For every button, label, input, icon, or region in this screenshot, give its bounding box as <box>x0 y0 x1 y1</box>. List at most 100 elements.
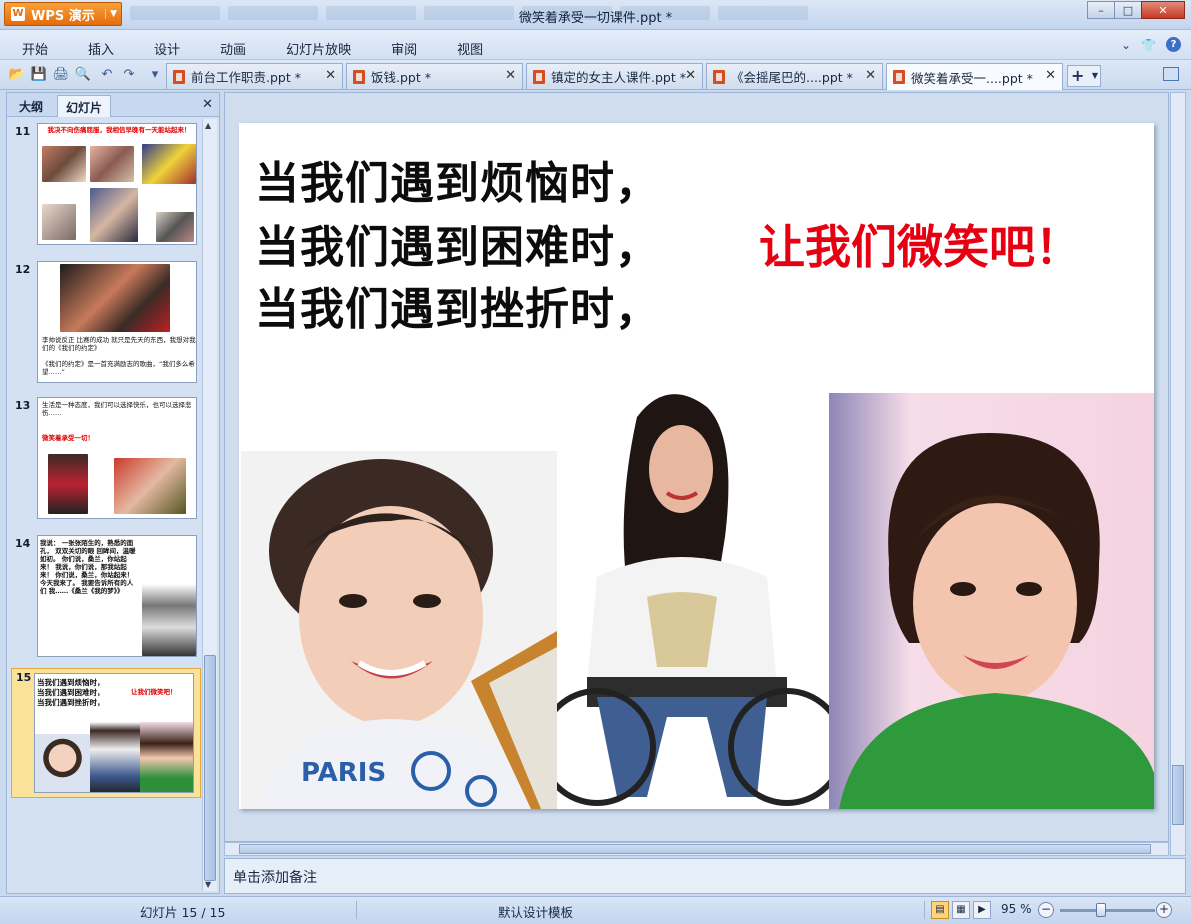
doc-tab-label: 微笑着承受一....ppt * <box>911 70 1033 86</box>
normal-view-button[interactable]: ▤ <box>931 901 949 919</box>
wps-logo-icon: W <box>11 7 25 21</box>
quick-access-toolbar: 📂 💾 🖨 🔍 ↶ ↷ ▾ 前台工作职责.ppt * ✕ 饭钱.ppt * ✕ … <box>0 60 1191 90</box>
menu-insert[interactable]: 插入 <box>88 39 114 58</box>
doc-tab-4[interactable]: 《会摇尾巴的....ppt * ✕ <box>706 63 883 89</box>
doc-tab-label: 饭钱.ppt * <box>371 70 431 85</box>
svg-text:PARIS: PARIS <box>301 758 386 788</box>
background-window-tabs <box>130 6 808 20</box>
window-layout-icon[interactable] <box>1163 67 1179 81</box>
doc-tab-1[interactable]: 前台工作职责.ppt * ✕ <box>166 63 343 89</box>
slide-thumbnail-13[interactable]: 13 生活是一种态度，我们可以选择快乐，也可以选择悲伤…… 微笑着承受一切！ <box>11 397 201 523</box>
skin-shirt-icon[interactable]: 👕 <box>1141 38 1156 52</box>
doc-tab-2[interactable]: 饭钱.ppt * ✕ <box>346 63 523 89</box>
doc-tab-label: 《会摇尾巴的....ppt * <box>731 70 853 85</box>
thumb-photo <box>142 144 196 184</box>
menu-animation[interactable]: 动画 <box>220 39 246 58</box>
doc-tab-label: 前台工作职责.ppt * <box>191 70 301 85</box>
notes-placeholder: 单击添加备注 <box>233 870 317 886</box>
slide-line-3[interactable]: 当我们遇到挫折时， <box>255 273 660 337</box>
pane-tabs: 大纲 幻灯片 ✕ <box>7 93 219 117</box>
slide-number: 14 <box>15 537 31 550</box>
ppt-file-icon <box>533 69 545 84</box>
close-tab-icon[interactable]: ✕ <box>865 68 876 83</box>
redo-icon[interactable]: ↷ <box>120 66 138 84</box>
help-icon[interactable]: ? <box>1166 37 1181 52</box>
scrollbar-thumb[interactable] <box>204 655 216 881</box>
zoom-level[interactable]: 95 % <box>1001 902 1032 916</box>
scroll-down-icon[interactable]: ▼ <box>205 880 211 889</box>
tab-outline[interactable]: 大纲 <box>11 95 51 117</box>
thumb-photo <box>90 188 138 242</box>
slide-sorter-view-button[interactable]: ▦ <box>952 901 970 919</box>
ppt-file-icon <box>893 70 905 84</box>
zoom-out-button[interactable]: − <box>1038 902 1054 918</box>
slide-line-1[interactable]: 当我们遇到烦恼时， <box>255 147 660 211</box>
thumb-line: 当我们遇到烦恼时， <box>37 678 105 687</box>
close-tab-icon[interactable]: ✕ <box>685 68 696 83</box>
scroll-up-icon[interactable]: ▲ <box>205 121 211 130</box>
slide-number: 11 <box>15 125 31 138</box>
scrollbar-thumb[interactable] <box>1172 765 1184 825</box>
close-tab-icon[interactable]: ✕ <box>1045 68 1056 83</box>
notes-pane[interactable]: 单击添加备注 <box>224 858 1186 894</box>
save-icon[interactable]: 💾 <box>30 66 48 84</box>
collapse-ribbon-icon[interactable]: ⌄ <box>1121 38 1131 52</box>
zoom-in-button[interactable]: + <box>1156 902 1172 918</box>
design-template-status[interactable]: 默认设计模板 <box>498 902 573 921</box>
wps-app-menu-button[interactable]: W WPS 演示 ▼ <box>4 2 122 26</box>
close-window-button[interactable]: ✕ <box>1141 1 1185 19</box>
menu-design[interactable]: 设计 <box>154 39 180 58</box>
customize-toolbar-icon[interactable]: ▾ <box>146 66 164 84</box>
slide-editor: 当我们遇到烦恼时， 当我们遇到困难时， 当我们遇到挫折时， 让我们微笑吧！ PA… <box>224 92 1169 842</box>
slide-photo-center[interactable] <box>557 387 829 809</box>
pane-scrollbar[interactable]: ▲ ▼ <box>202 119 217 891</box>
close-tab-icon[interactable]: ✕ <box>505 68 516 83</box>
menu-bar: 开始 插入 设计 动画 幻灯片放映 审阅 视图 ⌄ 👕 ? <box>0 30 1191 60</box>
menu-review[interactable]: 审阅 <box>391 39 417 58</box>
current-slide[interactable]: 当我们遇到烦恼时， 当我们遇到困难时， 当我们遇到挫折时， 让我们微笑吧！ PA… <box>239 123 1154 809</box>
open-folder-icon[interactable]: 📂 <box>8 66 26 84</box>
slide-highlight-text[interactable]: 让我们微笑吧！ <box>759 211 1081 277</box>
thumb-caption: 《我们的约定》是一首充满励志的歌曲，“我们多么希望……” <box>42 360 195 376</box>
undo-icon[interactable]: ↶ <box>98 66 116 84</box>
tab-slides[interactable]: 幻灯片 <box>57 95 112 117</box>
thumb-caption: 微笑着承受一切！ <box>42 434 94 442</box>
minimize-button[interactable]: – <box>1087 1 1115 19</box>
ppt-file-icon <box>173 69 185 84</box>
close-pane-icon[interactable]: ✕ <box>202 97 213 112</box>
thumb-photo <box>42 204 76 240</box>
slideshow-view-button[interactable]: ▶ <box>973 901 991 919</box>
status-bar: 幻灯片 15 / 15 默认设计模板 ▤ ▦ ▶ 95 % − + <box>0 896 1191 924</box>
chevron-down-icon: ▼ <box>1091 71 1098 80</box>
close-tab-icon[interactable]: ✕ <box>325 68 336 83</box>
print-preview-icon[interactable]: 🔍 <box>74 66 92 84</box>
horizontal-scrollbar[interactable] <box>224 842 1169 856</box>
slide-number: 12 <box>15 263 31 276</box>
slide-photo-right[interactable] <box>829 393 1154 809</box>
doc-tab-3[interactable]: 镇定的女主人课件.ppt * ✕ <box>526 63 703 89</box>
ppt-file-icon <box>713 69 725 84</box>
menu-view[interactable]: 视图 <box>457 39 483 58</box>
menu-slideshow[interactable]: 幻灯片放映 <box>286 39 351 58</box>
slide-count-status: 幻灯片 15 / 15 <box>140 905 226 920</box>
zoom-slider-track[interactable] <box>1060 909 1155 912</box>
slide-photo-left[interactable]: PARIS <box>241 451 557 809</box>
doc-tab-5-active[interactable]: 微笑着承受一....ppt * ✕ <box>886 63 1063 90</box>
slide-thumbnail-12[interactable]: 12 李帅说反正 比赛的成功 就只是先天的东西，我想对我们的《我们的约定》 《我… <box>11 261 201 387</box>
vertical-scrollbar[interactable] <box>1170 92 1186 856</box>
slide-line-2[interactable]: 当我们遇到困难时， <box>255 211 660 275</box>
scrollbar-thumb[interactable] <box>239 844 1151 854</box>
print-icon[interactable]: 🖨 <box>52 66 70 84</box>
menu-start[interactable]: 开始 <box>22 39 48 58</box>
slide-number: 13 <box>15 399 31 412</box>
thumb-photo <box>142 584 196 656</box>
new-tab-button[interactable]: + ▼ <box>1067 65 1101 87</box>
maximize-button[interactable]: □ <box>1114 1 1142 19</box>
slide-thumbnail-14[interactable]: 14 我说： 一张张陌生的，熟悉的面孔， 双双关切的眼 回眸间，温暖如初。 你们… <box>11 535 201 661</box>
thumb-caption: 生活是一种态度，我们可以选择快乐，也可以选择悲伤…… <box>42 401 192 417</box>
slides-pane: 大纲 幻灯片 ✕ 11 我决不向伤痛屈服，我相信早晚有一天能站起来！ 12 李帅… <box>6 92 220 894</box>
slide-thumbnail-11[interactable]: 11 我决不向伤痛屈服，我相信早晚有一天能站起来！ <box>11 123 201 249</box>
slide-thumbnail-15[interactable]: 15 当我们遇到烦恼时， 当我们遇到困难时， 当我们遇到挫折时， 让我们微笑吧！ <box>11 668 201 798</box>
thumb-photo <box>156 212 194 242</box>
zoom-slider-handle[interactable] <box>1096 903 1106 917</box>
